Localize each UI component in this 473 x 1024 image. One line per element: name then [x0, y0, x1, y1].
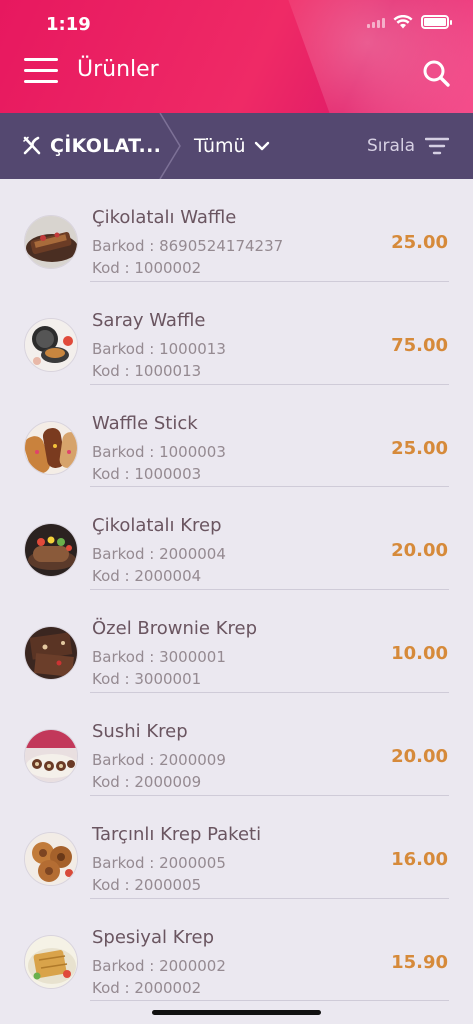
- product-code: Kod : 2000002: [92, 978, 202, 997]
- product-image-waffle-maker: [24, 317, 78, 372]
- sort-filter-icon: [425, 137, 449, 155]
- product-row[interactable]: Sushi Krep Barkod : 2000009 Kod : 200000…: [0, 693, 473, 796]
- product-price: 20.00: [391, 540, 448, 562]
- battery-icon: [421, 15, 452, 29]
- product-image-chocolate-waffle: [24, 215, 78, 269]
- product-barcode: Barkod : 3000001: [92, 648, 226, 667]
- product-image-brownie-crepe: [24, 626, 78, 681]
- cutlery-icon: [23, 136, 41, 155]
- product-barcode: Barkod : 2000004: [92, 545, 226, 564]
- product-code: Kod : 1000013: [92, 361, 202, 380]
- search-icon[interactable]: [421, 58, 451, 88]
- subcategory-label: Tümü: [194, 135, 246, 157]
- page-title: Ürünler: [77, 57, 159, 82]
- product-name: Tarçınlı Krep Paketi: [92, 823, 262, 845]
- product-name: Sushi Krep: [92, 720, 188, 742]
- product-row[interactable]: Özel Brownie Krep Barkod : 3000001 Kod :…: [0, 590, 473, 693]
- product-code: Kod : 2000005: [92, 875, 202, 894]
- category-filter-button[interactable]: ÇİKOLAT...: [22, 113, 161, 179]
- app-screen: 1:19 Ürünler ÇİKOLAT... Tümü Sırala Çiko…: [0, 0, 473, 1024]
- product-name: Çikolatalı Waffle: [92, 207, 237, 228]
- filter-bar: ÇİKOLAT... Tümü Sırala: [0, 113, 473, 179]
- product-name: Waffle Stick: [92, 412, 198, 434]
- product-row[interactable]: Saray Waffle Barkod : 1000013 Kod : 1000…: [0, 282, 473, 385]
- product-code: Kod : 1000002: [92, 259, 202, 277]
- product-image-cinnamon-crepe: [24, 831, 78, 886]
- breadcrumb-separator-icon: [159, 113, 181, 179]
- product-price: 20.00: [391, 745, 448, 767]
- product-image-waffle-sticks: [24, 420, 78, 475]
- product-code: Kod : 2000004: [92, 567, 202, 586]
- sort-label: Sırala: [366, 136, 415, 156]
- product-name: Spesiyal Krep: [92, 926, 215, 948]
- product-row[interactable]: Çikolatalı Waffle Barkod : 8690524174237…: [0, 179, 473, 282]
- product-list: Çikolatalı Waffle Barkod : 8690524174237…: [0, 179, 473, 1002]
- status-icons: [367, 15, 452, 29]
- sort-button[interactable]: Sırala: [367, 113, 449, 179]
- product-name: Çikolatalı Krep: [92, 515, 222, 537]
- app-header: 1:19 Ürünler: [0, 0, 473, 113]
- product-barcode: Barkod : 2000005: [92, 853, 226, 872]
- product-row[interactable]: Spesiyal Krep Barkod : 2000002 Kod : 200…: [0, 899, 473, 1002]
- product-image-special-crepe: [24, 934, 78, 989]
- product-price: 10.00: [391, 643, 448, 665]
- product-price: 25.00: [391, 437, 448, 459]
- product-barcode: Barkod : 8690524174237: [92, 237, 284, 255]
- chevron-down-icon: [254, 141, 269, 151]
- product-barcode: Barkod : 1000013: [92, 339, 226, 358]
- product-price: 15.90: [391, 951, 448, 973]
- status-time: 1:19: [46, 14, 91, 35]
- product-row[interactable]: Çikolatalı Krep Barkod : 2000004 Kod : 2…: [0, 487, 473, 590]
- product-code: Kod : 1000003: [92, 464, 202, 483]
- product-image-chocolate-crepe: [24, 523, 78, 578]
- subcategory-filter-button[interactable]: Tümü: [194, 113, 270, 179]
- wifi-icon: [393, 15, 413, 29]
- home-indicator[interactable]: [152, 1010, 321, 1015]
- product-name: Saray Waffle: [92, 309, 206, 331]
- product-price: 75.00: [391, 334, 448, 356]
- product-price: 16.00: [391, 848, 448, 870]
- product-image-sushi-crepe: [24, 728, 78, 783]
- category-label: ÇİKOLAT...: [50, 135, 162, 157]
- product-barcode: Barkod : 2000009: [92, 750, 226, 769]
- product-code: Kod : 2000009: [92, 772, 202, 791]
- hamburger-menu-icon[interactable]: [24, 58, 58, 86]
- product-row[interactable]: Waffle Stick Barkod : 1000003 Kod : 1000…: [0, 385, 473, 488]
- product-row[interactable]: Tarçınlı Krep Paketi Barkod : 2000005 Ko…: [0, 796, 473, 899]
- cellular-signal-icon: [367, 16, 385, 28]
- product-barcode: Barkod : 1000003: [92, 442, 226, 461]
- product-name: Özel Brownie Krep: [92, 618, 258, 640]
- product-price: 25.00: [391, 232, 448, 253]
- product-barcode: Barkod : 2000002: [92, 956, 226, 975]
- product-code: Kod : 3000001: [92, 670, 202, 689]
